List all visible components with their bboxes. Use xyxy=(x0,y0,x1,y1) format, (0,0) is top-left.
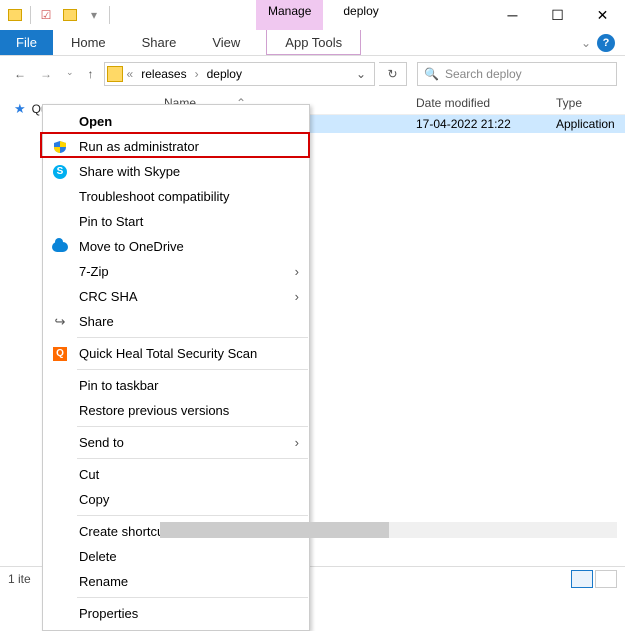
ribbon-tabs: File Home Share View App Tools ⌄ ? xyxy=(0,30,625,56)
folder-icon[interactable] xyxy=(4,4,26,26)
titlebar: ☑ ▾ Manage deploy ─ ☐ ✕ xyxy=(0,0,625,30)
file-date: 17-04-2022 21:22 xyxy=(416,117,556,131)
forward-button[interactable]: → xyxy=(40,67,52,81)
cm-onedrive[interactable]: Move to OneDrive xyxy=(43,234,309,259)
nav-row: ← → ⌄ ↑ « releases › deploy ⌄ ↻ 🔍 Search… xyxy=(0,56,625,92)
cm-open[interactable]: Open xyxy=(43,109,309,134)
chevron-right-icon: › xyxy=(295,289,299,304)
search-placeholder: Search deploy xyxy=(445,67,522,81)
breadcrumb-part[interactable]: deploy xyxy=(203,67,246,81)
search-icon: 🔍 xyxy=(424,67,439,81)
cm-delete[interactable]: Delete xyxy=(43,544,309,569)
content-area: ★ Quick access Name⌃ Date modified Type … xyxy=(0,92,625,566)
manage-tab-header: Manage xyxy=(256,0,323,30)
apptools-tab[interactable]: App Tools xyxy=(266,30,361,55)
cloud-icon xyxy=(51,238,69,256)
ribbon-expand-icon[interactable]: ⌄ xyxy=(581,36,591,50)
properties-icon[interactable]: ☑ xyxy=(35,4,57,26)
cm-copy[interactable]: Copy xyxy=(43,487,309,512)
scrollbar-thumb[interactable] xyxy=(160,522,389,538)
cm-pin-taskbar[interactable]: Pin to taskbar xyxy=(43,373,309,398)
folder-icon xyxy=(107,66,123,82)
home-tab[interactable]: Home xyxy=(53,30,124,55)
cm-sendto[interactable]: Send to› xyxy=(43,430,309,455)
h-scrollbar[interactable] xyxy=(160,522,617,538)
chevron-icon[interactable]: « xyxy=(127,67,134,81)
folder-icon-2[interactable] xyxy=(59,4,81,26)
minimize-button[interactable]: ─ xyxy=(490,0,535,30)
maximize-button[interactable]: ☐ xyxy=(535,0,580,30)
up-button[interactable]: ↑ xyxy=(88,67,94,81)
address-dropdown[interactable]: ⌄ xyxy=(350,67,372,81)
skype-icon: S xyxy=(51,163,69,181)
search-box[interactable]: 🔍 Search deploy xyxy=(417,62,617,86)
quick-access-toolbar: ☑ ▾ xyxy=(0,0,116,30)
chevron-right-icon: › xyxy=(295,435,299,450)
recent-dropdown[interactable]: ⌄ xyxy=(66,67,74,81)
quickheal-icon: Q xyxy=(51,345,69,363)
cm-7zip[interactable]: 7-Zip› xyxy=(43,259,309,284)
file-tab[interactable]: File xyxy=(0,30,53,55)
cm-pin-start[interactable]: Pin to Start xyxy=(43,209,309,234)
close-button[interactable]: ✕ xyxy=(580,0,625,30)
view-tab[interactable]: View xyxy=(194,30,258,55)
shield-icon xyxy=(51,138,69,156)
cm-run-admin[interactable]: Run as administrator xyxy=(43,134,309,159)
breadcrumb-part[interactable]: releases xyxy=(137,67,190,81)
cm-crcsha[interactable]: CRC SHA› xyxy=(43,284,309,309)
share-icon: ↪ xyxy=(51,313,69,331)
cm-properties[interactable]: Properties xyxy=(43,601,309,626)
back-button[interactable]: ← xyxy=(14,67,26,81)
details-view-button[interactable] xyxy=(571,570,593,588)
window-title: deploy xyxy=(323,0,398,30)
chevron-right-icon[interactable]: › xyxy=(195,67,199,81)
cm-quickheal[interactable]: QQuick Heal Total Security Scan xyxy=(43,341,309,366)
refresh-button[interactable]: ↻ xyxy=(379,62,407,86)
cm-share[interactable]: ↪Share xyxy=(43,309,309,334)
file-type: Application xyxy=(556,117,625,131)
context-menu: Open Run as administrator SShare with Sk… xyxy=(42,104,310,631)
chevron-right-icon: › xyxy=(295,264,299,279)
share-tab[interactable]: Share xyxy=(124,30,195,55)
qat-dropdown[interactable]: ▾ xyxy=(83,4,105,26)
cm-cut[interactable]: Cut xyxy=(43,462,309,487)
col-type[interactable]: Type xyxy=(556,96,625,110)
cm-skype[interactable]: SShare with Skype xyxy=(43,159,309,184)
cm-troubleshoot[interactable]: Troubleshoot compatibility xyxy=(43,184,309,209)
item-count: 1 ite xyxy=(8,572,31,586)
star-icon: ★ xyxy=(14,101,26,117)
cm-rename[interactable]: Rename xyxy=(43,569,309,594)
icons-view-button[interactable] xyxy=(595,570,617,588)
col-date[interactable]: Date modified xyxy=(416,96,556,110)
cm-restore[interactable]: Restore previous versions xyxy=(43,398,309,423)
address-bar[interactable]: « releases › deploy ⌄ xyxy=(104,62,375,86)
help-icon[interactable]: ? xyxy=(597,34,615,52)
